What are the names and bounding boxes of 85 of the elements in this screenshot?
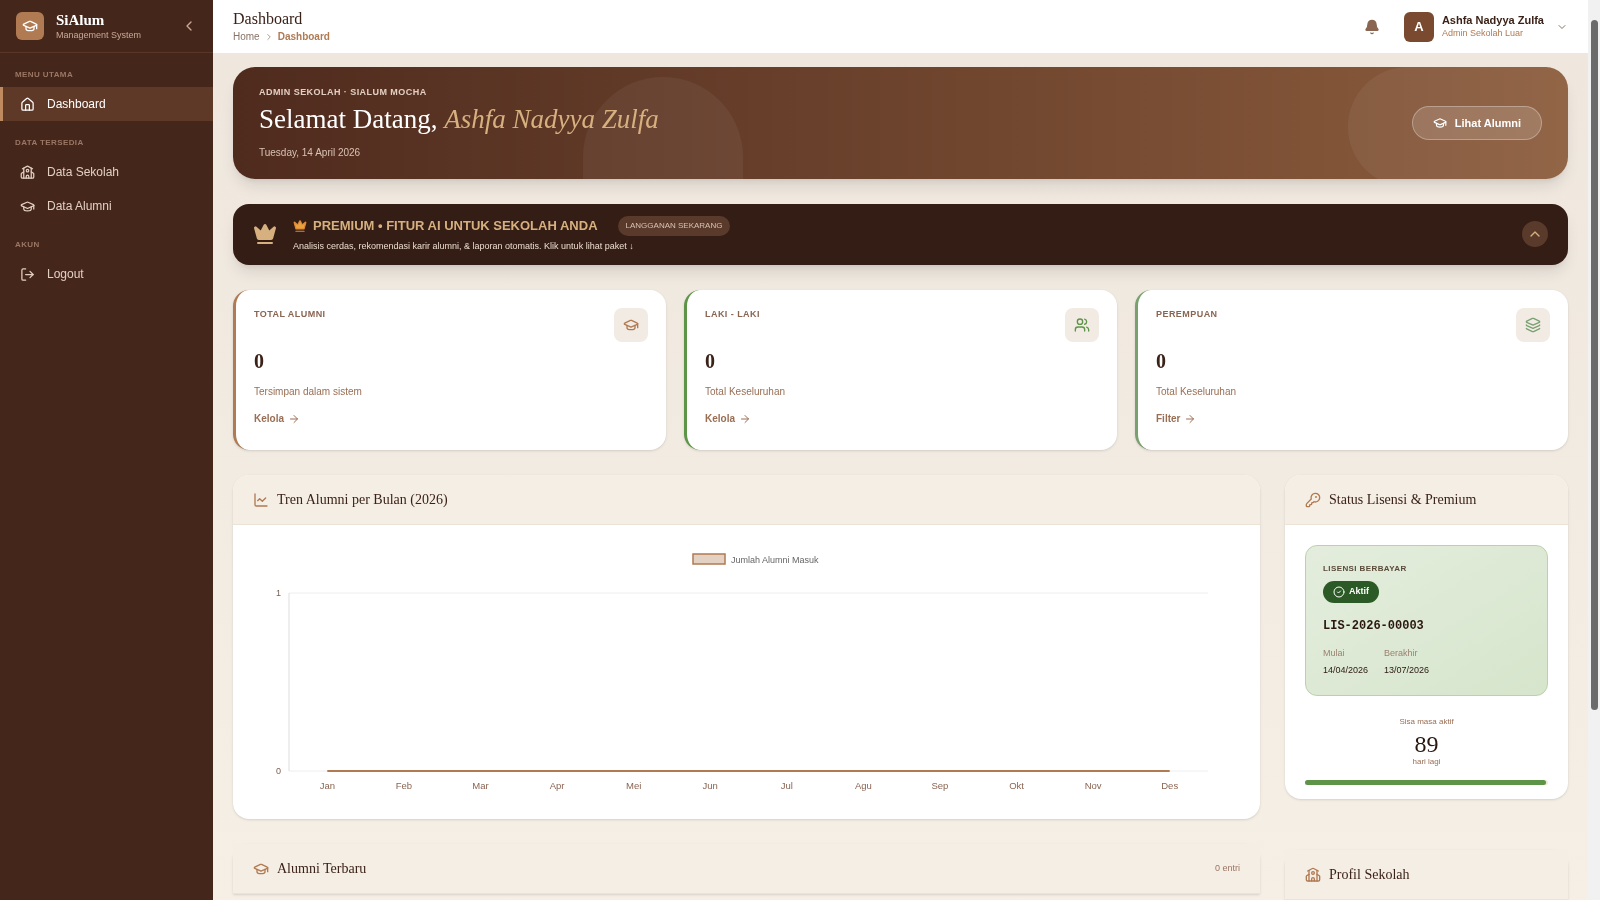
stat-link[interactable]: Filter — [1156, 411, 1550, 426]
user-role: Admin Sekolah Luar — [1441, 27, 1524, 39]
brand-subtitle: Management System — [56, 29, 143, 41]
card-title: Status Lisensi & Premium — [1329, 491, 1478, 509]
x-tick-label: Mar — [472, 780, 489, 791]
user-name: Ashfa Nadyya Zulfa — [1441, 14, 1544, 28]
breadcrumb-link[interactable]: Dashboard — [277, 29, 330, 44]
remaining-label: Sisa masa aktif — [1399, 715, 1454, 728]
x-tick-label: Feb — [395, 780, 413, 791]
stat-label: PEREMPUAN — [1156, 308, 1218, 321]
stat-label: TOTAL ALUMNI — [254, 308, 326, 321]
end-label: Berakhir — [1384, 646, 1419, 660]
license-code: LIS-2026-00003 — [1323, 617, 1425, 635]
license-type: LISENSI BERBAYAR — [1323, 563, 1408, 575]
x-tick-label: Jul — [780, 780, 793, 791]
card-title: Profil Sekolah — [1329, 866, 1411, 884]
arrow-right-icon — [739, 412, 751, 425]
page-title: Dashboard — [233, 9, 304, 29]
nav-item[interactable]: Logout — [0, 257, 213, 291]
banner-date: Tuesday, 14 April 2026 — [259, 145, 362, 160]
end-date: 13/07/2026 — [1384, 664, 1430, 678]
premium-title: PREMIUM • FITUR AI UNTUK SEKOLAH ANDA — [293, 215, 598, 236]
entry-count: 0 entri — [1215, 861, 1240, 875]
brand-name: SiAlum — [56, 11, 106, 30]
breadcrumb-link[interactable]: Home — [233, 29, 260, 44]
stat-link[interactable]: Kelola — [705, 411, 1099, 426]
banner-eyebrow: ADMIN SEKOLAH · SIALUM MOCHA — [259, 85, 428, 99]
premium-banner[interactable]: PREMIUM • FITUR AI UNTUK SEKOLAH ANDA LANGGANAN SEKARANG Analisis cerdas, rekomendasi karir alumni, & laporan otomatis. Klik untuk lihat paket ↓ — [233, 203, 1568, 265]
key-icon — [1305, 491, 1321, 508]
section-title: AKUN — [14, 239, 41, 251]
graduate-icon — [20, 198, 35, 214]
arrow-right-icon — [288, 412, 300, 425]
graduate-icon — [623, 317, 639, 333]
nav-item[interactable]: Data Sekolah — [0, 155, 213, 189]
x-tick-label: Jun — [702, 780, 718, 791]
x-tick-label: Sep — [931, 780, 949, 791]
nav-item[interactable]: Dashboard — [0, 87, 213, 121]
section-title: MENU UTAMA — [14, 69, 75, 81]
avatar: A — [1403, 11, 1434, 42]
crown-icon — [253, 222, 277, 247]
school-icon — [20, 164, 35, 180]
stat-caption: Tersimpan dalam sistem — [254, 385, 363, 399]
bell-icon[interactable] — [1363, 18, 1380, 35]
graduate-icon — [1432, 115, 1447, 130]
arrow-right-icon — [1184, 412, 1197, 425]
stat-value: 0 — [254, 349, 265, 374]
x-tick-label: Jan — [319, 780, 335, 791]
subscribe-badge: LANGGANAN SEKARANG — [617, 215, 731, 236]
chart-icon — [253, 491, 269, 508]
view-alumni-button[interactable]: Lihat Alumni — [1411, 105, 1542, 140]
status-badge: Aktif — [1323, 581, 1379, 603]
start-date: 14/04/2026 — [1323, 664, 1369, 678]
start-label: Mulai — [1323, 646, 1346, 660]
stat-link[interactable]: Kelola — [254, 411, 648, 426]
premium-description: Analisis cerdas, rekomendasi karir alumni, & laporan otomatis. Klik untuk lihat paket ↓ — [293, 239, 635, 253]
layers-icon — [1525, 317, 1541, 333]
expand-button[interactable] — [1522, 221, 1548, 248]
card-title: Alumni Terbaru — [277, 860, 368, 878]
x-tick-label: Mei — [625, 780, 642, 791]
stat-value: 0 — [1156, 349, 1167, 374]
x-tick-label: Des — [1161, 780, 1179, 791]
stat-label: LAKI - LAKI — [705, 308, 760, 321]
stat-value: 0 — [705, 349, 716, 374]
chart-legend: Jumlah Alumni Masuk — [692, 553, 819, 565]
legend-label: Jumlah Alumni Masuk — [731, 555, 820, 565]
logo-icon — [16, 12, 44, 40]
stat-caption: Total Keseluruhan — [1156, 385, 1238, 399]
remaining-days: 89 — [1414, 731, 1439, 756]
card-title: Tren Alumni per Bulan (2026) — [277, 491, 449, 509]
x-tick-label: Apr — [549, 780, 565, 791]
remaining-unit: hari lagi — [1412, 755, 1441, 768]
nav-item[interactable]: Data Alumni — [0, 189, 213, 223]
logout-icon — [20, 266, 35, 282]
home-icon — [20, 96, 35, 112]
y-tick-label: 0 — [276, 766, 281, 776]
x-tick-label: Agu — [854, 780, 872, 791]
school-icon — [1305, 866, 1321, 883]
welcome-heading: Selamat Datang, Ashfa Nadyya Zulfa — [259, 103, 660, 137]
crown-icon — [293, 218, 307, 233]
x-tick-label: Nov — [1084, 780, 1102, 791]
users-icon — [1074, 317, 1090, 333]
stat-caption: Total Keseluruhan — [705, 385, 787, 399]
y-tick-label: 1 — [276, 588, 281, 598]
section-title: DATA TERSEDIA — [14, 137, 85, 149]
x-tick-label: Okt — [1009, 780, 1024, 791]
